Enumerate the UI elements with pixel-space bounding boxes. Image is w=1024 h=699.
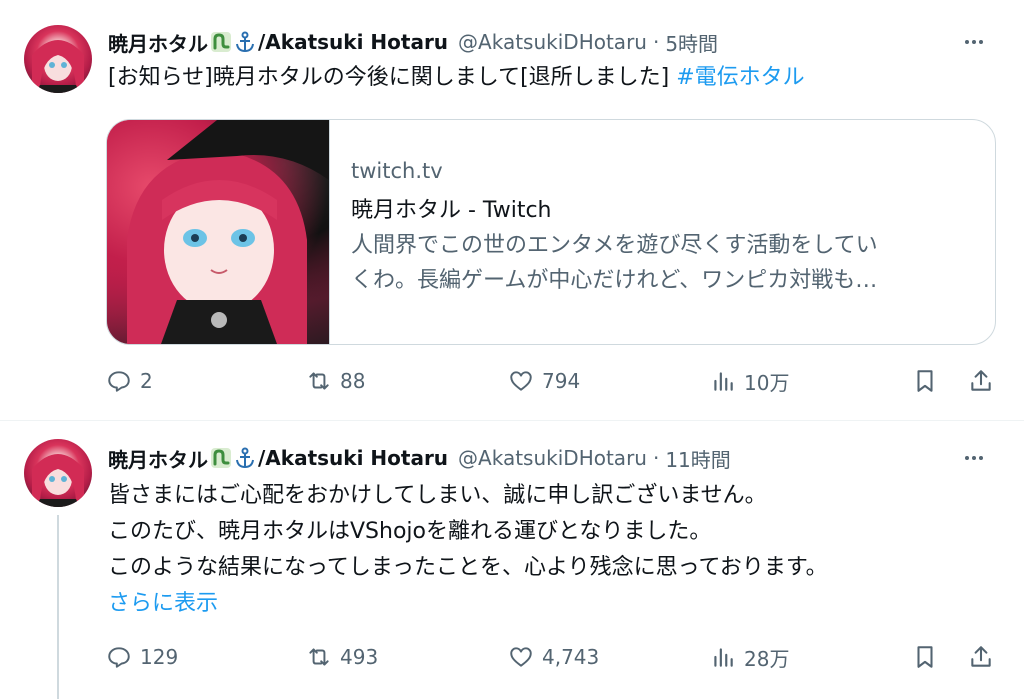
reply-icon xyxy=(108,371,130,392)
seedling-emoji-icon xyxy=(211,32,231,52)
card-thumbnail-image[interactable] xyxy=(107,120,330,344)
separator: · xyxy=(652,30,660,54)
card-description-line: 人間界でこの世のエンタメを遊び尽くす活動をしてい xyxy=(351,233,878,258)
avatar[interactable] xyxy=(24,439,92,507)
bookmark-button[interactable] xyxy=(912,366,938,396)
tweet-actions: 129 493 4,743 28万 xyxy=(106,642,998,672)
share-button[interactable] xyxy=(968,366,994,396)
heart-icon xyxy=(510,371,532,391)
repost-count: 88 xyxy=(340,369,366,393)
views-button[interactable]: 10万 xyxy=(710,366,789,396)
views-count: 28万 xyxy=(744,646,790,671)
views-count: 10万 xyxy=(744,370,790,395)
card-domain: twitch.tv xyxy=(351,159,443,183)
anchor-emoji-icon xyxy=(236,31,254,53)
card-description-line: くわ。長編ゲームが中心だけれど、ワンピカ対戦も… xyxy=(351,268,878,293)
repost-button[interactable]: 88 xyxy=(306,366,365,396)
views-chart-icon xyxy=(714,372,733,391)
seedling-emoji-icon xyxy=(211,448,231,468)
bookmark-button[interactable] xyxy=(912,642,938,672)
repost-button[interactable]: 493 xyxy=(306,642,378,672)
display-name-suffix[interactable]: /Akatsuki Hotaru xyxy=(258,30,448,54)
display-name-suffix[interactable]: /Akatsuki Hotaru xyxy=(258,446,448,470)
share-button[interactable] xyxy=(968,642,994,672)
reply-button[interactable]: 129 xyxy=(106,642,178,672)
more-dots-icon xyxy=(965,40,983,44)
tweet-header: 暁月ホタル /Akatsuki Hotaru @AkatsukiDHotaru … xyxy=(108,443,731,473)
tweet[interactable]: 暁月ホタル /Akatsuki Hotaru @AkatsukiDHotaru … xyxy=(0,421,1024,699)
like-count: 794 xyxy=(542,369,581,393)
show-more-link[interactable]: さらに表示 xyxy=(108,586,828,622)
like-button[interactable]: 4,743 xyxy=(508,642,599,672)
more-dots-icon xyxy=(965,456,983,460)
tweet-text-content: [お知らせ]暁月ホタルの今後に関しまして[退所しました] xyxy=(108,65,670,90)
more-options-button[interactable] xyxy=(954,27,994,57)
timestamp[interactable]: 5時間 xyxy=(665,28,718,57)
card-title: 暁月ホタル - Twitch xyxy=(351,198,552,223)
views-chart-icon xyxy=(714,648,733,667)
reply-count: 129 xyxy=(140,645,179,669)
reply-count: 2 xyxy=(140,369,153,393)
thread-connector-line xyxy=(57,515,59,699)
repost-icon xyxy=(309,648,329,666)
bookmark-icon xyxy=(917,646,933,668)
bookmark-icon xyxy=(917,370,933,392)
views-button[interactable]: 28万 xyxy=(710,642,789,672)
like-button[interactable]: 794 xyxy=(508,366,580,396)
tweet-text-line: このような結果になってしまったことを、心より残念に思っております。 xyxy=(108,555,828,580)
tweet-text: [お知らせ]暁月ホタルの今後に関しまして[退所しました] #電伝ホタル xyxy=(108,60,805,96)
repost-count: 493 xyxy=(340,645,379,669)
tweet-actions: 2 88 794 10万 xyxy=(106,366,998,396)
link-preview-card[interactable]: twitch.tv 暁月ホタル - Twitch 人間界でこの世のエンタメを遊び… xyxy=(106,119,996,345)
tweet[interactable]: 暁月ホタル /Akatsuki Hotaru @AkatsukiDHotaru … xyxy=(0,0,1024,420)
repost-icon xyxy=(309,372,329,390)
heart-icon xyxy=(510,647,532,667)
tweet-text-line: このたび、暁月ホタルはVShojoを離れる運びとなりました。 xyxy=(108,519,712,544)
tweet-text: 皆さまにはご心配をおかけしてしまい、誠に申し訳ございません。 このたび、暁月ホタ… xyxy=(108,478,828,622)
display-name[interactable]: 暁月ホタル xyxy=(108,444,208,473)
share-icon xyxy=(971,646,991,667)
like-count: 4,743 xyxy=(542,645,600,669)
timeline-feed: 暁月ホタル /Akatsuki Hotaru @AkatsukiDHotaru … xyxy=(0,0,1024,699)
share-icon xyxy=(971,370,991,391)
hashtag-link[interactable]: #電伝ホタル xyxy=(676,65,804,90)
reply-icon xyxy=(108,647,130,668)
separator: · xyxy=(652,446,660,470)
more-options-button[interactable] xyxy=(954,443,994,473)
anchor-emoji-icon xyxy=(236,447,254,469)
avatar[interactable] xyxy=(24,25,92,93)
user-handle[interactable]: @AkatsukiDHotaru xyxy=(458,446,647,470)
tweet-header: 暁月ホタル /Akatsuki Hotaru @AkatsukiDHotaru … xyxy=(108,27,718,57)
tweet-text-line: 皆さまにはご心配をおかけしてしまい、誠に申し訳ございません。 xyxy=(108,483,767,508)
reply-button[interactable]: 2 xyxy=(106,366,153,396)
user-handle[interactable]: @AkatsukiDHotaru xyxy=(458,30,647,54)
display-name[interactable]: 暁月ホタル xyxy=(108,28,208,57)
timestamp[interactable]: 11時間 xyxy=(665,444,730,473)
